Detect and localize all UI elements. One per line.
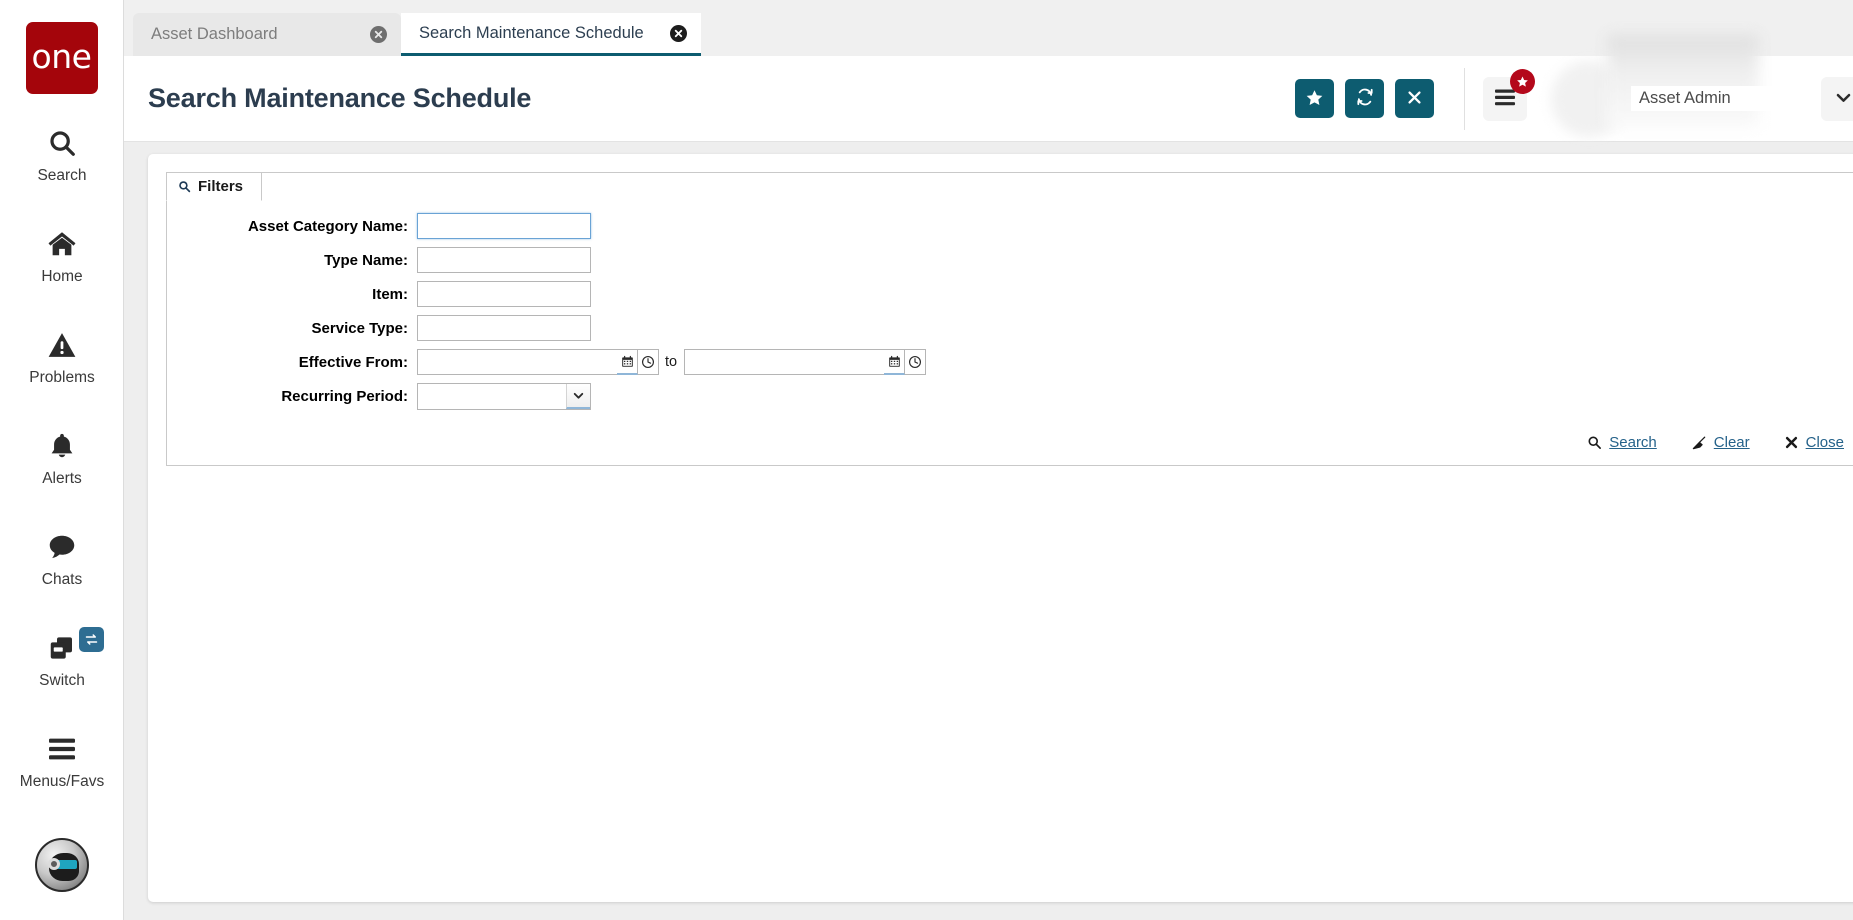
sidebar-item-label: Alerts (42, 470, 82, 487)
star-icon (1305, 88, 1324, 110)
search-icon (1587, 435, 1602, 450)
field-label: Service Type: (311, 319, 408, 337)
sidebar-item-search[interactable]: Search (0, 116, 124, 195)
sidebar-item-problems[interactable]: Problems (0, 318, 124, 397)
brand-logo-text: one (31, 36, 92, 76)
calendar-icon[interactable] (884, 349, 906, 375)
ai-assistant-orb[interactable] (35, 838, 89, 892)
close-link-label: Close (1805, 434, 1844, 451)
field-label: Recurring Period: (281, 388, 408, 405)
field-label: Item: (372, 285, 408, 303)
left-sidebar: one Search Home Problems Alerts Chats Sw… (0, 0, 124, 920)
refresh-icon (1355, 87, 1375, 110)
recurring-period-select[interactable] (417, 383, 591, 410)
tab-asset-dashboard[interactable]: Asset Dashboard (133, 13, 401, 56)
effective-to-input[interactable] (684, 349, 885, 375)
effective-from-group: to (417, 349, 927, 375)
bell-icon (48, 429, 76, 463)
clear-link-label: Clear (1713, 434, 1750, 451)
content-card: Filters Asset Category Name: Type Name: (148, 154, 1853, 902)
x-icon (1406, 89, 1423, 109)
sidebar-item-label: Home (41, 268, 83, 285)
sidebar-item-label: Switch (39, 672, 85, 689)
field-row-effective-from: Effective From: to (167, 349, 1853, 375)
search-link-label: Search (1609, 434, 1657, 451)
menus-favs-button[interactable] (1483, 68, 1535, 121)
warning-triangle-icon (47, 328, 77, 362)
sidebar-item-home[interactable]: Home (0, 217, 124, 296)
field-label: Effective From: (298, 353, 408, 371)
swap-arrows-icon[interactable] (79, 627, 104, 652)
field-label: Asset Category Name: (247, 217, 408, 235)
filters-actions: Search Clear Close (167, 418, 1853, 465)
header-divider (1464, 67, 1465, 130)
field-label: Type Name: (324, 251, 408, 269)
item-input[interactable] (417, 281, 591, 307)
content-area: Filters Asset Category Name: Type Name: (124, 142, 1853, 920)
filters-panel: Filters Asset Category Name: Type Name: (166, 172, 1853, 466)
hamburger-icon (46, 732, 78, 766)
field-row-recurring-period: Recurring Period: (167, 383, 1853, 410)
calendar-icon[interactable] (617, 349, 638, 375)
refresh-button[interactable] (1345, 79, 1384, 118)
sidebar-item-menus-favs[interactable]: Menus/Favs (0, 722, 124, 801)
home-icon (46, 227, 78, 261)
service-type-input[interactable] (417, 315, 591, 341)
effective-from-input[interactable] (417, 349, 617, 375)
page-title: Search Maintenance Schedule (148, 83, 532, 113)
header-actions: Asset Admin (1284, 34, 1853, 137)
field-row-service-type: Service Type: (167, 315, 1853, 341)
page-header-bar: Search Maintenance Schedule Asset Admin (124, 34, 1853, 142)
x-icon (1784, 435, 1799, 450)
tab-strip: Asset Dashboard Search Maintenance Sched… (124, 0, 1853, 56)
favorite-button[interactable] (1295, 79, 1334, 118)
user-menu-button[interactable] (1821, 76, 1853, 121)
sidebar-item-label: Search (37, 167, 87, 184)
windows-switch-icon (46, 631, 78, 665)
type-name-input[interactable] (417, 247, 591, 273)
robot-eye-shape (48, 858, 60, 870)
close-circle-icon[interactable] (669, 24, 687, 42)
sidebar-nav: Search Home Problems Alerts Chats Switch… (0, 116, 123, 801)
star-icon (1510, 68, 1535, 94)
clock-icon[interactable] (638, 349, 659, 375)
filters-panel-title: Filters (198, 178, 244, 195)
asset-category-name-input[interactable] (417, 213, 591, 239)
field-row-asset-category-name: Asset Category Name: (167, 213, 1853, 239)
sidebar-item-switch[interactable]: Switch (0, 621, 124, 700)
filters-panel-header[interactable]: Filters (166, 172, 263, 201)
search-icon (47, 126, 77, 160)
clear-link[interactable]: Clear (1691, 434, 1750, 451)
clock-icon[interactable] (905, 349, 927, 375)
tab-search-maintenance-schedule[interactable]: Search Maintenance Schedule (401, 13, 701, 56)
user-info-blur-overlay (1607, 34, 1759, 127)
close-link[interactable]: Close (1784, 434, 1844, 451)
field-row-item: Item: (167, 281, 1853, 307)
sidebar-item-label: Chats (41, 571, 83, 588)
search-icon (178, 180, 191, 193)
sidebar-item-label: Problems (29, 369, 95, 386)
broom-icon (1691, 435, 1707, 451)
sidebar-item-alerts[interactable]: Alerts (0, 419, 124, 498)
date-range-separator: to (665, 354, 678, 370)
chat-bubble-icon (46, 530, 78, 564)
user-zone[interactable]: Asset Admin (1551, 34, 1853, 137)
filters-form: Asset Category Name: Type Name: Item: Se… (167, 173, 1853, 410)
tab-label: Asset Dashboard (151, 25, 278, 43)
chevron-down-icon (1834, 88, 1853, 110)
main-region: Asset Dashboard Search Maintenance Sched… (124, 0, 1853, 920)
close-button[interactable] (1395, 79, 1434, 118)
search-link[interactable]: Search (1587, 434, 1657, 451)
sidebar-item-label: Menus/Favs (19, 773, 105, 790)
sidebar-item-chats[interactable]: Chats (0, 520, 124, 599)
user-name: Asset Admin (1631, 86, 1781, 111)
close-circle-icon[interactable] (370, 26, 387, 43)
chevron-down-icon[interactable] (566, 384, 590, 409)
application-root: one Search Home Problems Alerts Chats Sw… (0, 0, 1853, 920)
field-row-type-name: Type Name: (167, 247, 1853, 273)
tab-label: Search Maintenance Schedule (419, 23, 644, 42)
brand-logo[interactable]: one (25, 22, 98, 94)
